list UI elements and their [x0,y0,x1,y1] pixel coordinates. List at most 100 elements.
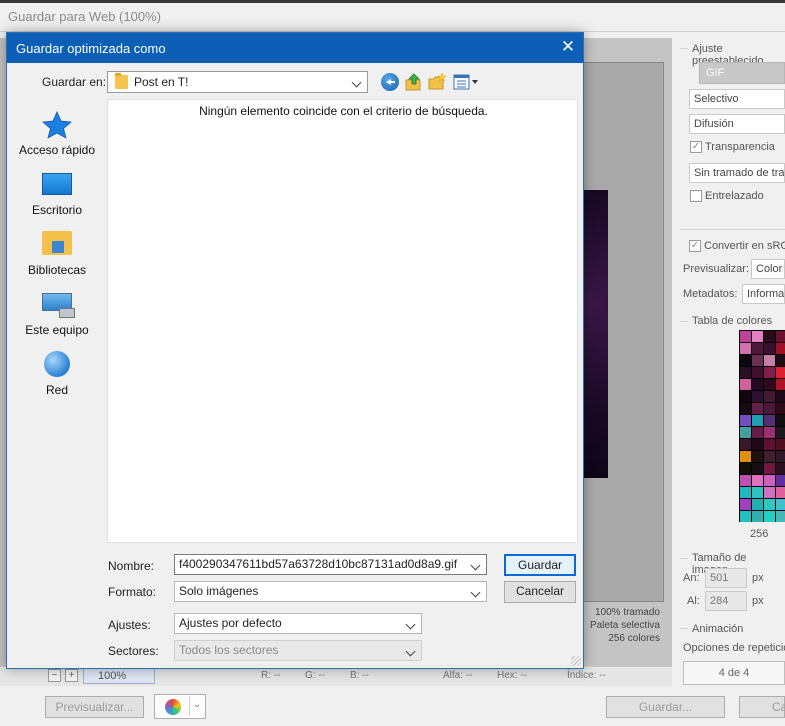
color-swatch[interactable] [752,499,763,510]
save-button[interactable]: Guardar [504,554,576,576]
chevron-down-icon[interactable] [469,584,483,600]
color-swatch[interactable] [740,451,751,462]
preview-mode-select[interactable]: Color de monitor [751,259,785,279]
color-swatch[interactable] [752,379,763,390]
chevron-down-icon[interactable]: ⌄ [193,699,201,710]
color-swatch[interactable] [740,487,751,498]
color-table-grid[interactable] [739,330,785,522]
zoom-level-field[interactable]: 100% [83,668,155,684]
color-swatch[interactable] [764,451,775,462]
color-swatch[interactable] [764,475,775,486]
color-swatch[interactable] [740,511,751,522]
color-swatch[interactable] [740,427,751,438]
color-swatch[interactable] [740,499,751,510]
resize-grip-icon[interactable] [571,656,581,666]
place-network[interactable]: Red [11,347,103,405]
color-swatch[interactable] [752,343,763,354]
color-swatch[interactable] [752,487,763,498]
dither-select[interactable]: Difusión [689,114,785,134]
place-this-pc[interactable]: Este equipo [11,287,103,345]
color-swatch[interactable] [764,343,775,354]
height-field[interactable]: 284 [705,591,747,611]
chevron-down-icon[interactable] [404,616,418,632]
color-swatch[interactable] [752,439,763,450]
transparency-checkbox[interactable]: ✓ [690,141,702,153]
color-swatch[interactable] [776,475,785,486]
color-swatch[interactable] [740,391,751,402]
back-arrow-icon[interactable] [381,73,399,91]
color-swatch[interactable] [776,355,785,366]
color-swatch[interactable] [740,367,751,378]
chevron-down-icon[interactable] [350,74,364,90]
chevron-down-icon[interactable] [469,557,483,573]
zoom-out-button[interactable]: − [48,669,61,682]
preview-button[interactable]: Previsualizar... [45,696,144,718]
place-desktop[interactable]: Escritorio [11,167,103,225]
color-swatch[interactable] [764,331,775,342]
color-swatch[interactable] [764,367,775,378]
color-swatch[interactable] [764,439,775,450]
metadata-select[interactable]: Información de copyright [742,284,785,304]
color-swatch[interactable] [752,367,763,378]
views-menu-icon[interactable] [453,73,479,91]
color-swatch[interactable] [752,331,763,342]
browser-preview-button[interactable]: ⌄ [154,694,206,719]
close-icon[interactable]: ✕ [553,33,583,63]
color-swatch[interactable] [752,415,763,426]
color-swatch[interactable] [740,379,751,390]
convert-srgb-checkbox[interactable]: ✓ [689,240,701,252]
color-swatch[interactable] [764,463,775,474]
color-swatch[interactable] [776,403,785,414]
color-swatch[interactable] [752,451,763,462]
interlaced-checkbox[interactable] [690,190,702,202]
color-swatch[interactable] [752,391,763,402]
save-web-button[interactable]: Guardar... [606,696,725,718]
color-swatch[interactable] [764,403,775,414]
color-swatch[interactable] [776,439,785,450]
color-swatch[interactable] [764,415,775,426]
color-swatch[interactable] [764,427,775,438]
cancel-button[interactable]: Cancelar [504,581,576,603]
color-swatch[interactable] [776,343,785,354]
color-swatch[interactable] [764,499,775,510]
color-swatch[interactable] [776,415,785,426]
color-swatch[interactable] [740,355,751,366]
format-select[interactable]: Solo imágenes [174,581,487,602]
color-swatch[interactable] [776,511,785,522]
color-swatch[interactable] [740,475,751,486]
color-swatch[interactable] [740,403,751,414]
color-swatch[interactable] [764,355,775,366]
color-swatch[interactable] [764,391,775,402]
color-swatch[interactable] [752,403,763,414]
color-swatch[interactable] [752,475,763,486]
color-swatch[interactable] [776,379,785,390]
matte-dither-select[interactable]: Sin tramado de transparencia [689,163,785,183]
dialog-titlebar[interactable]: Guardar optimizada como ✕ [7,33,583,63]
file-list[interactable]: Ningún elemento coincide con el criterio… [107,99,578,543]
width-field[interactable]: 501 [705,568,747,588]
save-in-select[interactable]: Post en T! [107,71,368,93]
color-swatch[interactable] [776,499,785,510]
place-quick-access[interactable]: Acceso rápido [11,107,103,165]
color-swatch[interactable] [740,343,751,354]
place-libraries[interactable]: Bibliotecas [11,227,103,285]
color-reduction-select[interactable]: Selectivo [689,89,785,109]
color-swatch[interactable] [776,391,785,402]
color-swatch[interactable] [776,463,785,474]
cancel-web-button[interactable]: Ca [739,696,785,718]
color-swatch[interactable] [764,487,775,498]
color-swatch[interactable] [740,439,751,450]
color-swatch[interactable] [752,511,763,522]
color-swatch[interactable] [776,487,785,498]
color-swatch[interactable] [776,367,785,378]
zoom-in-button[interactable]: + [65,669,78,682]
file-name-input[interactable]: f400290347611bd57a63728d10bc87131ad0d8a9… [174,554,487,575]
color-swatch[interactable] [764,379,775,390]
color-swatch[interactable] [764,511,775,522]
color-swatch[interactable] [776,427,785,438]
format-tab-gif[interactable]: GIF [699,62,785,84]
color-swatch[interactable] [740,331,751,342]
color-swatch[interactable] [776,451,785,462]
settings-select[interactable]: Ajustes por defecto [174,613,422,634]
color-swatch[interactable] [752,463,763,474]
